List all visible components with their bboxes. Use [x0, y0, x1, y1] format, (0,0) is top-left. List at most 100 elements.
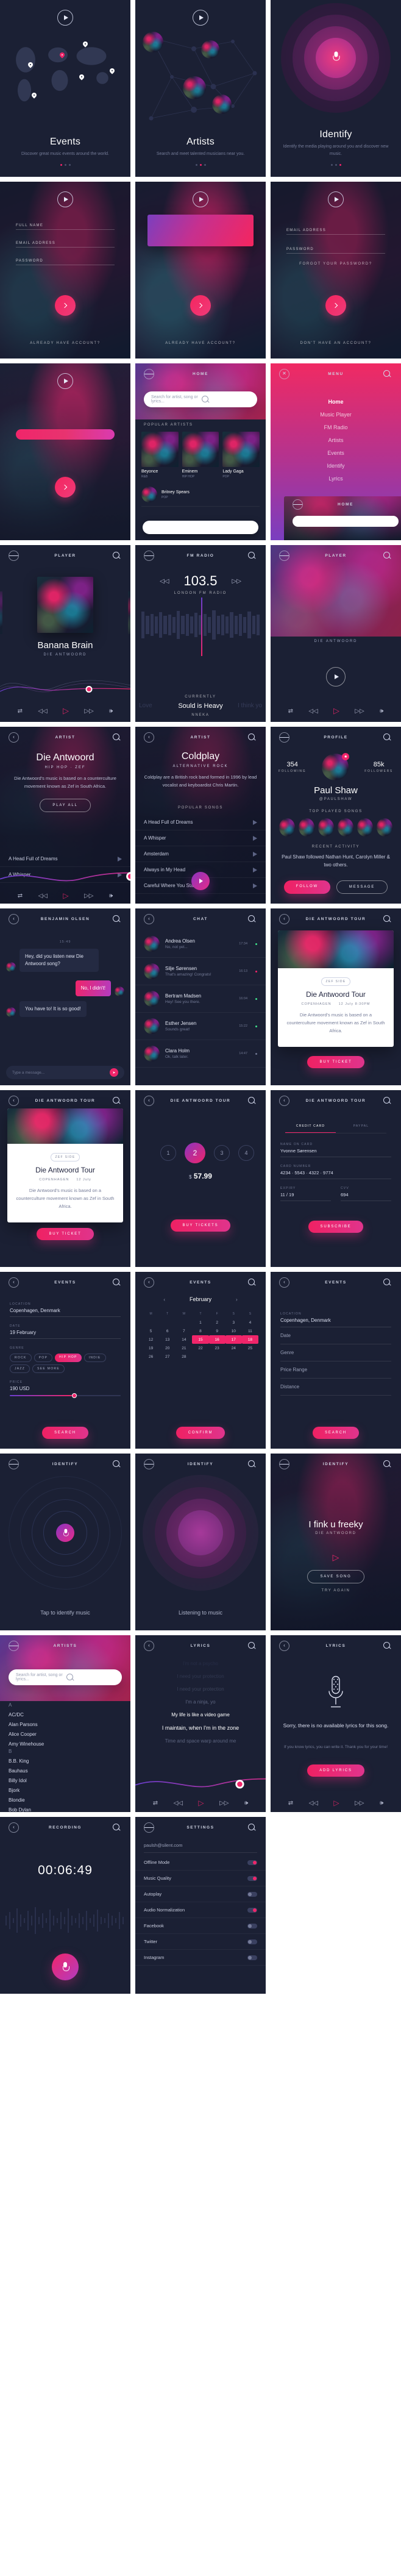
- calendar-day[interactable]: 19: [143, 1344, 159, 1352]
- seat-option[interactable]: 1: [160, 1145, 176, 1161]
- genre-chip[interactable]: JAZZ: [10, 1365, 30, 1373]
- previous-icon[interactable]: ◁◁: [38, 893, 48, 899]
- calendar-week-row[interactable]: 1 2 3 4: [143, 1318, 258, 1327]
- email-field[interactable]: EMAIL ADDRESS: [286, 224, 385, 235]
- calendar-day[interactable]: 21: [176, 1344, 192, 1352]
- artist-card[interactable]: Lady Gaga POP: [222, 432, 260, 479]
- waveform-progress[interactable]: [0, 863, 130, 888]
- artist-list-item[interactable]: Amy Winehouse: [9, 1739, 44, 1749]
- chat-list-item[interactable]: Bertram Madsen Hey! See you there. 16:04: [135, 985, 266, 1013]
- artist-avatar[interactable]: [183, 76, 206, 99]
- calendar-day[interactable]: 3: [225, 1318, 242, 1327]
- calendar-day[interactable]: 7: [176, 1327, 192, 1335]
- back-icon[interactable]: ‹: [144, 913, 154, 924]
- menu-icon[interactable]: [144, 368, 154, 379]
- setting-offline-mode[interactable]: Offline Mode: [135, 1855, 266, 1871]
- search-icon[interactable]: [247, 914, 257, 924]
- genre-chip[interactable]: ROCK: [10, 1354, 32, 1362]
- password-field[interactable]: PASSWORD: [16, 255, 115, 265]
- see-more-chip[interactable]: SEE MORE: [32, 1365, 65, 1373]
- artist-card[interactable]: Beyonce R&B: [141, 432, 179, 479]
- repeat-icon[interactable]: ⇄: [18, 708, 23, 715]
- follow-button[interactable]: FOLLOW: [283, 880, 330, 894]
- calendar-grid[interactable]: M T W T F S S 1 2 3 4 5 6 7 8 9 10 11 12: [143, 1310, 258, 1361]
- player-controls[interactable]: ⇄ ◁◁ ▷ ▷▷ 🕪: [271, 706, 401, 716]
- buy-ticket-button[interactable]: BUY TICKET: [307, 1056, 364, 1068]
- seat-option[interactable]: 3: [214, 1145, 230, 1161]
- toggle-switch[interactable]: [247, 1860, 257, 1865]
- artist-avatar[interactable]: [143, 32, 163, 52]
- map-pin[interactable]: [110, 68, 115, 75]
- menu-icon[interactable]: [9, 550, 19, 561]
- play-icon[interactable]: ▷: [271, 1552, 401, 1563]
- search-icon[interactable]: [247, 1822, 257, 1833]
- waveform-progress[interactable]: [135, 1769, 266, 1794]
- setting-audio-normalization[interactable]: Audio Normalization: [135, 1902, 266, 1918]
- artist-list-item[interactable]: Bauhaus: [9, 1766, 31, 1775]
- previous-icon[interactable]: ◁◁: [38, 708, 47, 715]
- mini-player-bar[interactable]: [143, 521, 258, 534]
- toggle-switch[interactable]: [247, 1923, 257, 1928]
- previous-icon[interactable]: ◁◁: [174, 1800, 183, 1807]
- message-button[interactable]: MESSAGE: [336, 880, 388, 894]
- tab-credit-card[interactable]: CREDIT CARD: [285, 1119, 336, 1133]
- primary-cta-button[interactable]: [16, 429, 115, 440]
- menu-icon[interactable]: [144, 1822, 154, 1833]
- setting-facebook[interactable]: Facebook: [135, 1918, 266, 1934]
- search-icon[interactable]: [382, 1459, 392, 1469]
- player-controls[interactable]: ⇄ ◁◁ ▷ ▷▷ 🕪: [135, 1799, 266, 1807]
- password-field[interactable]: PASSWORD: [286, 243, 385, 254]
- top-song-avatar[interactable]: [377, 818, 392, 837]
- artist-list-item[interactable]: Billy Idol: [9, 1775, 31, 1785]
- welcome-alt-link[interactable]: ALREADY HAVE ACCOUNT?: [135, 341, 266, 345]
- menu-item-identify[interactable]: Identify: [271, 459, 401, 472]
- back-icon[interactable]: ‹: [144, 1095, 154, 1106]
- waveform-progress[interactable]: [0, 673, 130, 698]
- search-icon[interactable]: [247, 1459, 257, 1469]
- send-icon[interactable]: ➤: [110, 1068, 118, 1077]
- artist-list-item[interactable]: Alice Cooper: [9, 1729, 44, 1739]
- repeat-icon[interactable]: ⇄: [153, 1800, 158, 1807]
- volume-icon[interactable]: 🕪: [380, 1800, 383, 1807]
- search-icon[interactable]: [112, 1822, 122, 1833]
- repeat-icon[interactable]: ⇄: [288, 708, 293, 715]
- cvv-value[interactable]: 694: [341, 1192, 391, 1197]
- calendar-day[interactable]: 25: [242, 1344, 258, 1352]
- search-icon[interactable]: [247, 551, 257, 561]
- search-icon[interactable]: [112, 551, 122, 561]
- calendar-day[interactable]: 12: [143, 1335, 159, 1344]
- tab-paypal[interactable]: PAYPAL: [336, 1119, 386, 1133]
- search-icon[interactable]: [247, 1096, 257, 1106]
- volume-icon[interactable]: 🕪: [380, 708, 383, 715]
- email-field[interactable]: EMAIL ADDRESS: [16, 237, 115, 248]
- calendar-day[interactable]: 24: [225, 1344, 242, 1352]
- prev-track-title[interactable]: Love: [139, 702, 152, 709]
- play-icon[interactable]: ▷: [63, 891, 68, 900]
- signup-alt-link[interactable]: ALREADY HAVE ACCOUNT?: [0, 341, 130, 345]
- setting-music-quality[interactable]: Music Quality: [135, 1871, 266, 1886]
- calendar-day[interactable]: 26: [143, 1352, 159, 1361]
- message-input[interactable]: Type a message... ➤: [6, 1066, 124, 1079]
- top-song-avatar[interactable]: [318, 818, 334, 837]
- search-icon[interactable]: [382, 551, 392, 561]
- back-icon[interactable]: ‹: [144, 732, 154, 743]
- artist-card[interactable]: Eminem HIP HOP: [182, 432, 219, 479]
- calendar-day-selected[interactable]: 18: [241, 1335, 258, 1344]
- next-icon[interactable]: ▷▷: [84, 708, 93, 715]
- search-icon[interactable]: [382, 369, 392, 379]
- signin-alt-link[interactable]: DON'T HAVE AN ACCOUNT?: [271, 341, 401, 345]
- calendar-day[interactable]: 11: [242, 1327, 258, 1335]
- search-icon[interactable]: [112, 914, 122, 924]
- toggle-switch[interactable]: [247, 1891, 257, 1897]
- toggle-switch[interactable]: [247, 1875, 257, 1881]
- previous-icon[interactable]: ◁◁: [308, 708, 318, 715]
- top-song-avatar[interactable]: [279, 818, 295, 837]
- map-pin[interactable]: [79, 74, 84, 81]
- search-icon[interactable]: [112, 1096, 122, 1106]
- calendar-day[interactable]: 2: [209, 1318, 225, 1327]
- next-button[interactable]: [55, 477, 76, 498]
- home-preview-panel[interactable]: HOME: [284, 496, 401, 540]
- payment-tabs[interactable]: CREDIT CARD PAYPAL: [285, 1119, 386, 1133]
- filter-price-range[interactable]: Price Range: [280, 1361, 391, 1379]
- filter-date[interactable]: Date: [280, 1327, 391, 1344]
